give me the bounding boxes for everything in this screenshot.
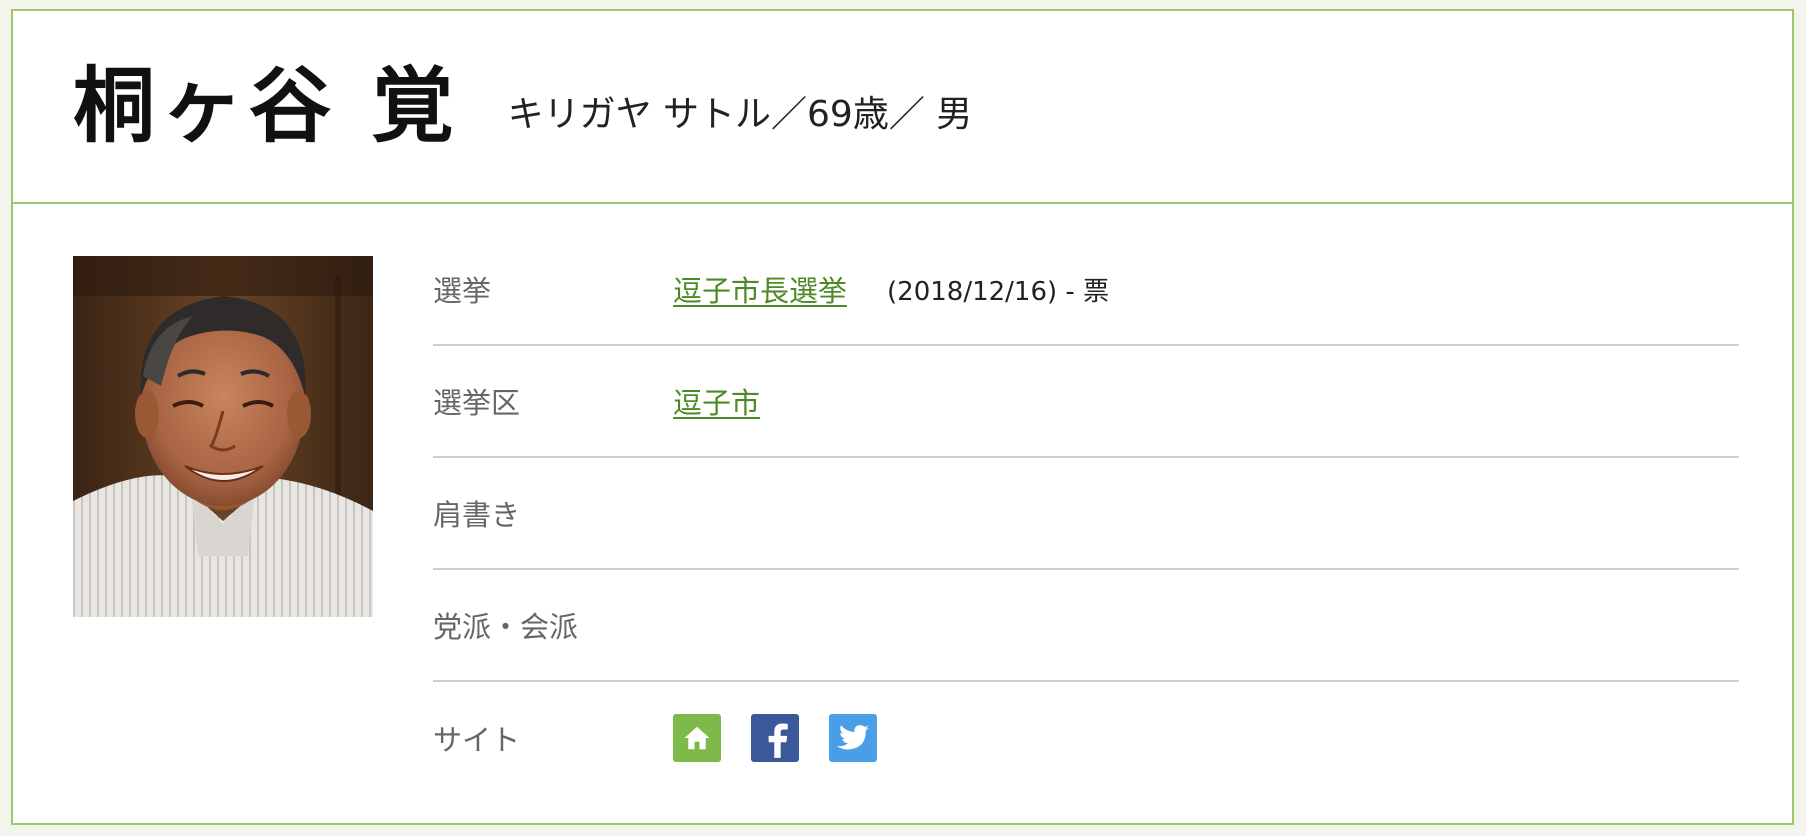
district-label: 選挙区 (433, 386, 521, 420)
portrait-image (73, 256, 373, 617)
candidate-card: 桐ヶ谷 覚 キリガヤ サトル／69歳／ 男 選挙 逗子市長選挙 (2018/12… (11, 9, 1794, 825)
twitter-icon[interactable] (829, 714, 877, 762)
site-icons (673, 714, 877, 762)
site-label: サイト (433, 723, 521, 757)
election-label: 選挙 (433, 274, 492, 308)
candidate-subinfo: キリガヤ サトル／69歳／ 男 (507, 93, 973, 135)
row-election: 選挙 逗子市長選挙 (2018/12/16) - 票 (433, 234, 1739, 346)
candidate-body: 選挙 逗子市長選挙 (2018/12/16) - 票 選挙区 逗子市 肩書き 党… (13, 204, 1792, 821)
party-label: 党派・会派 (433, 610, 579, 644)
election-date-votes: (2018/12/16) - 票 (887, 276, 1110, 307)
title-label: 肩書き (433, 498, 521, 532)
election-link[interactable]: 逗子市長選挙 (673, 268, 847, 310)
district-value: 逗子市 (673, 380, 760, 422)
candidate-header: 桐ヶ谷 覚 キリガヤ サトル／69歳／ 男 (13, 11, 1792, 204)
candidate-photo (73, 256, 373, 617)
row-title: 肩書き (433, 458, 1739, 570)
candidate-name: 桐ヶ谷 覚 (73, 58, 460, 154)
candidate-info-table: 選挙 逗子市長選挙 (2018/12/16) - 票 選挙区 逗子市 肩書き 党… (433, 234, 1739, 794)
election-value: 逗子市長選挙 (2018/12/16) - 票 (673, 268, 1109, 310)
district-link[interactable]: 逗子市 (673, 380, 760, 422)
home-icon[interactable] (673, 714, 721, 762)
row-site: サイト (433, 682, 1739, 794)
row-district: 選挙区 逗子市 (433, 346, 1739, 458)
facebook-icon[interactable] (751, 714, 799, 762)
row-party: 党派・会派 (433, 570, 1739, 682)
